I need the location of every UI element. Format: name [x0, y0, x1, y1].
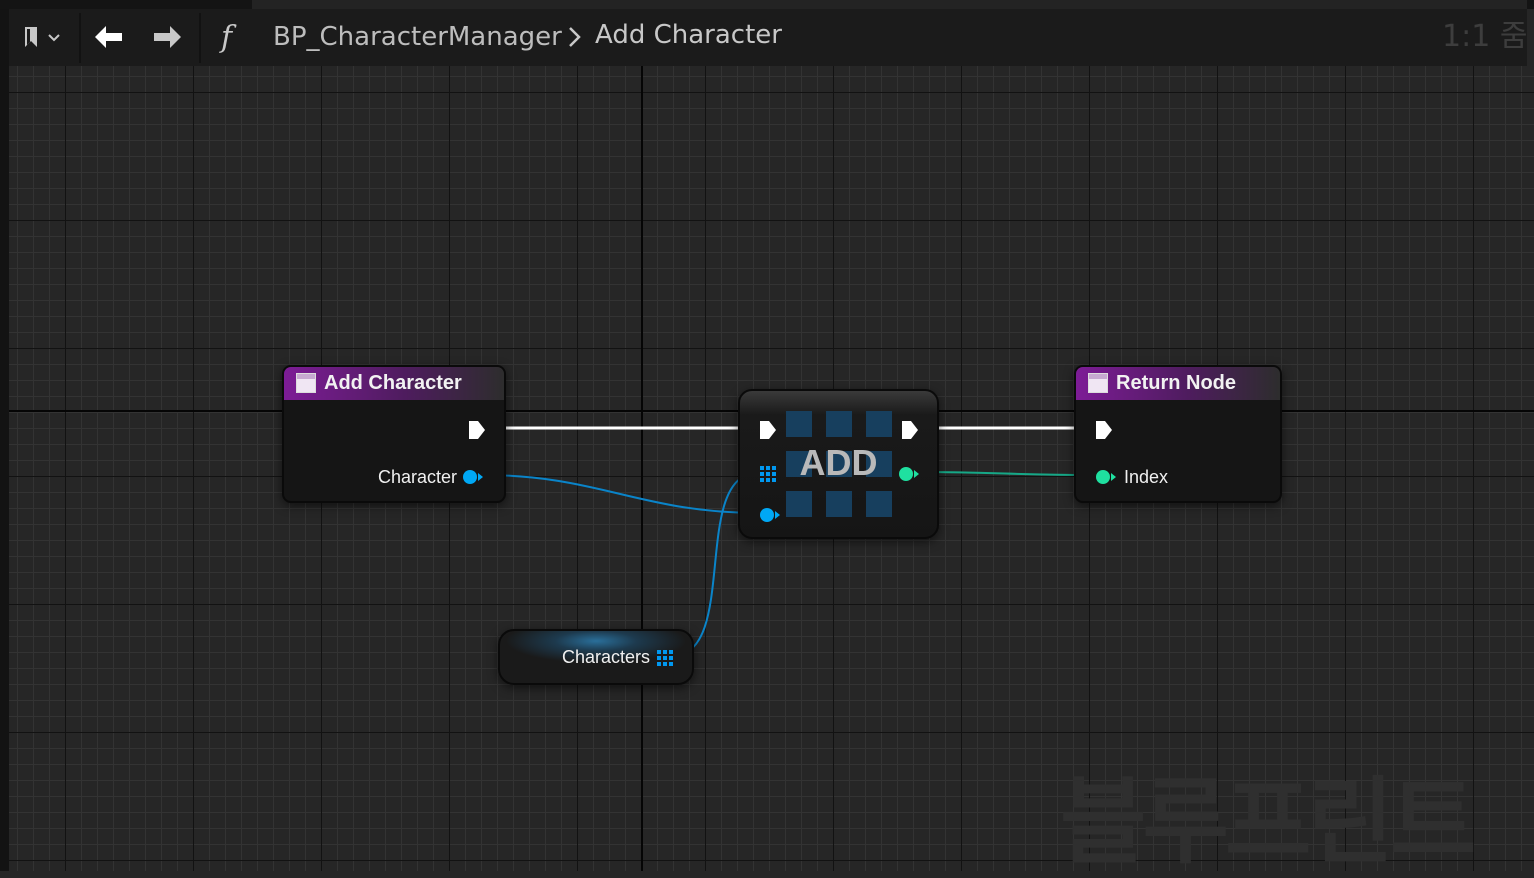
grid-cell — [826, 411, 852, 437]
node-title: Return Node — [1116, 372, 1236, 394]
array-input-pin[interactable] — [759, 465, 777, 483]
node-title: Add Character — [324, 372, 462, 394]
arrow-right-icon — [154, 26, 181, 48]
function-node-icon — [296, 373, 316, 393]
object-output-pin[interactable] — [462, 469, 484, 485]
breadcrumb-current: Add Character — [595, 20, 782, 50]
tab-strip-active — [252, 0, 1527, 9]
chevron-right-icon — [569, 27, 581, 47]
node-header: Add Character — [284, 367, 504, 400]
exec-output-pin[interactable] — [468, 420, 486, 440]
grid-cell — [866, 411, 892, 437]
exec-input-pin[interactable] — [1095, 420, 1113, 440]
zoom-level: 1:1 줌 — [1442, 19, 1528, 54]
variable-label-characters: Characters — [562, 647, 651, 667]
function-entry-node[interactable]: Add Character Character — [282, 365, 506, 503]
array-add-node[interactable]: ADD — [738, 389, 939, 539]
graph-toolbar: f BP_CharacterManager Add Character 1:1 … — [9, 9, 1527, 66]
toolbar-divider — [79, 13, 81, 63]
function-icon: f — [221, 20, 233, 55]
exec-input-pin[interactable] — [759, 420, 777, 440]
forward-button[interactable] — [147, 21, 187, 53]
grid-cell — [826, 491, 852, 517]
graph-watermark: 블루프린트 — [1060, 768, 1476, 877]
graph-origin-axis-vertical — [641, 66, 643, 871]
grid-cell — [786, 411, 812, 437]
panel-edge — [0, 0, 9, 871]
node-header: Return Node — [1076, 367, 1280, 400]
return-node[interactable]: Return Node Index — [1074, 365, 1282, 503]
variable-get-node[interactable]: Characters — [498, 629, 694, 685]
breadcrumb-parent[interactable]: BP_CharacterManager — [273, 21, 562, 53]
function-node-icon — [1088, 373, 1108, 393]
bookmark-icon — [25, 27, 60, 47]
arrow-left-icon — [95, 26, 122, 48]
back-button[interactable] — [89, 21, 129, 53]
bookmark-button[interactable] — [17, 21, 67, 53]
object-input-pin[interactable] — [759, 507, 781, 523]
array-output-pin[interactable] — [656, 649, 674, 667]
integer-output-pin[interactable] — [898, 466, 920, 482]
integer-input-pin[interactable] — [1095, 469, 1117, 485]
pin-label-character: Character — [378, 467, 458, 487]
grid-cell — [866, 491, 892, 517]
toolbar-divider — [199, 13, 201, 63]
pin-label-index: Index — [1124, 467, 1169, 487]
grid-cell — [786, 491, 812, 517]
exec-output-pin[interactable] — [901, 420, 919, 440]
